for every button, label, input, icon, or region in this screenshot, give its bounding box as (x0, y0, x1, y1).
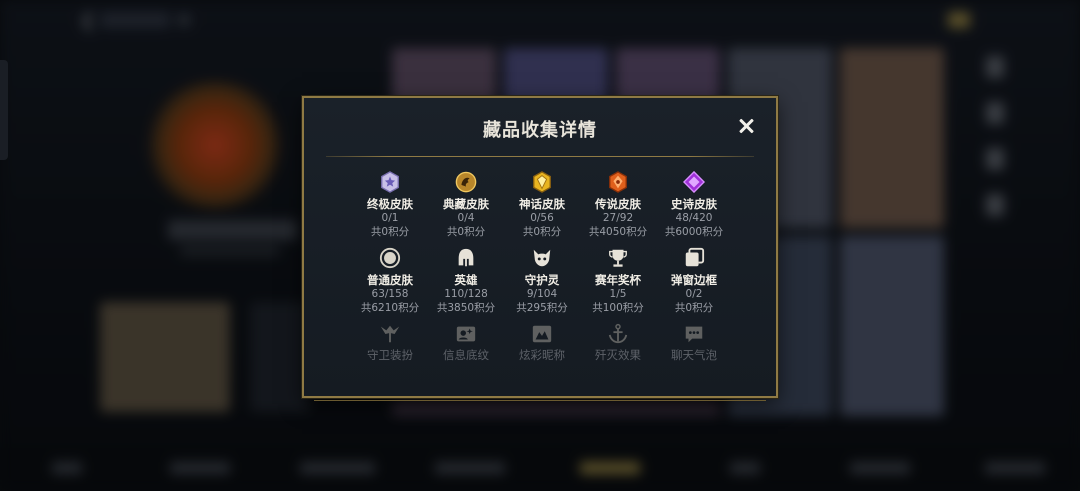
item-label: 普通皮肤 (367, 273, 413, 287)
collection-item-popup-frame[interactable]: 弹窗边框 0/2 共0积分 (656, 246, 732, 322)
item-count: 0/2 (685, 288, 703, 300)
item-label: 终极皮肤 (367, 197, 413, 211)
item-count: 9/104 (526, 288, 558, 300)
collection-item-mythic-skin[interactable]: 神话皮肤 0/56 共0积分 (504, 170, 580, 246)
item-label: 史诗皮肤 (671, 197, 717, 211)
item-points: 共0积分 (370, 226, 410, 238)
annihilation-effect-icon (606, 322, 630, 345)
item-count: 48/420 (675, 212, 713, 224)
hero-helmet-icon (454, 246, 478, 270)
collection-item-colorful-nickname[interactable]: 炫彩昵称 (504, 322, 580, 362)
legendary-skin-icon (606, 170, 630, 194)
collection-item-info-background[interactable]: 信息底纹 (428, 322, 504, 362)
item-points: 共0积分 (674, 302, 714, 314)
colorful-nickname-icon (530, 322, 554, 345)
item-count: 63/158 (371, 288, 409, 300)
collection-item-normal-skin[interactable]: 普通皮肤 63/158 共6210积分 (352, 246, 428, 322)
collection-item-season-trophy[interactable]: 赛年奖杯 1/5 共100积分 (580, 246, 656, 322)
normal-skin-icon (378, 246, 402, 270)
collection-item-collector-skin[interactable]: 典藏皮肤 0/4 共0积分 (428, 170, 504, 246)
item-points: 共0积分 (446, 226, 486, 238)
item-label: 英雄 (454, 273, 478, 287)
item-label: 神话皮肤 (519, 197, 565, 211)
chat-bubble-icon (682, 322, 706, 345)
collection-item-hero[interactable]: 英雄 110/128 共3850积分 (428, 246, 504, 322)
item-count: 1/5 (609, 288, 627, 300)
item-points: 共6210积分 (360, 302, 420, 314)
item-label: 炫彩昵称 (519, 348, 565, 362)
collection-item-annihilation-effect[interactable]: 歼灭效果 (580, 322, 656, 362)
info-background-icon (454, 322, 478, 345)
frame-icon (682, 246, 706, 270)
item-label: 信息底纹 (443, 348, 489, 362)
item-points: 共4050积分 (588, 226, 648, 238)
item-label: 聊天气泡 (671, 348, 717, 362)
epic-skin-icon (682, 170, 706, 194)
item-count: 27/92 (602, 212, 634, 224)
item-count: 0/4 (457, 212, 475, 224)
item-points: 共3850积分 (436, 302, 496, 314)
item-count: 110/128 (444, 288, 488, 300)
item-points: 共6000积分 (664, 226, 724, 238)
collector-skin-icon (454, 170, 478, 194)
item-points: 共100积分 (592, 302, 644, 314)
trophy-icon (606, 246, 630, 270)
item-label: 歼灭效果 (595, 348, 641, 362)
collection-item-ultimate-skin[interactable]: 终极皮肤 0/1 共0积分 (352, 170, 428, 246)
title-divider (326, 156, 754, 157)
collection-item-epic-skin[interactable]: 史诗皮肤 48/420 共6000积分 (656, 170, 732, 246)
collection-item-chat-bubble[interactable]: 聊天气泡 (656, 322, 732, 362)
item-count: 0/56 (530, 212, 554, 224)
item-count: 0/1 (381, 212, 399, 224)
item-label: 守卫装扮 (367, 348, 413, 362)
collection-item-legendary-skin[interactable]: 传说皮肤 27/92 共4050积分 (580, 170, 656, 246)
item-points: 共295积分 (516, 302, 568, 314)
mythic-skin-icon (530, 170, 554, 194)
item-label: 弹窗边框 (671, 273, 717, 287)
ultimate-skin-icon (378, 170, 402, 194)
item-label: 守护灵 (524, 273, 560, 287)
guardian-spirit-icon (530, 246, 554, 270)
collection-details-modal: 藏品收集详情 终极皮肤 0/1 共0积分 典藏皮肤 0/4 共0积分 神话皮肤 … (302, 96, 778, 401)
collection-item-guardian-spirit[interactable]: 守护灵 9/104 共295积分 (504, 246, 580, 322)
item-label: 赛年奖杯 (595, 273, 641, 287)
item-label: 传说皮肤 (595, 197, 641, 211)
ward-skin-icon (378, 322, 402, 345)
modal-title: 藏品收集详情 (483, 120, 597, 141)
item-points: 共0积分 (522, 226, 562, 238)
collection-item-ward-skin[interactable]: 守卫装扮 (352, 322, 428, 362)
close-button[interactable] (736, 116, 756, 136)
collection-grid: 终极皮肤 0/1 共0积分 典藏皮肤 0/4 共0积分 神话皮肤 0/56 共0… (352, 170, 732, 362)
item-label: 典藏皮肤 (443, 197, 489, 211)
